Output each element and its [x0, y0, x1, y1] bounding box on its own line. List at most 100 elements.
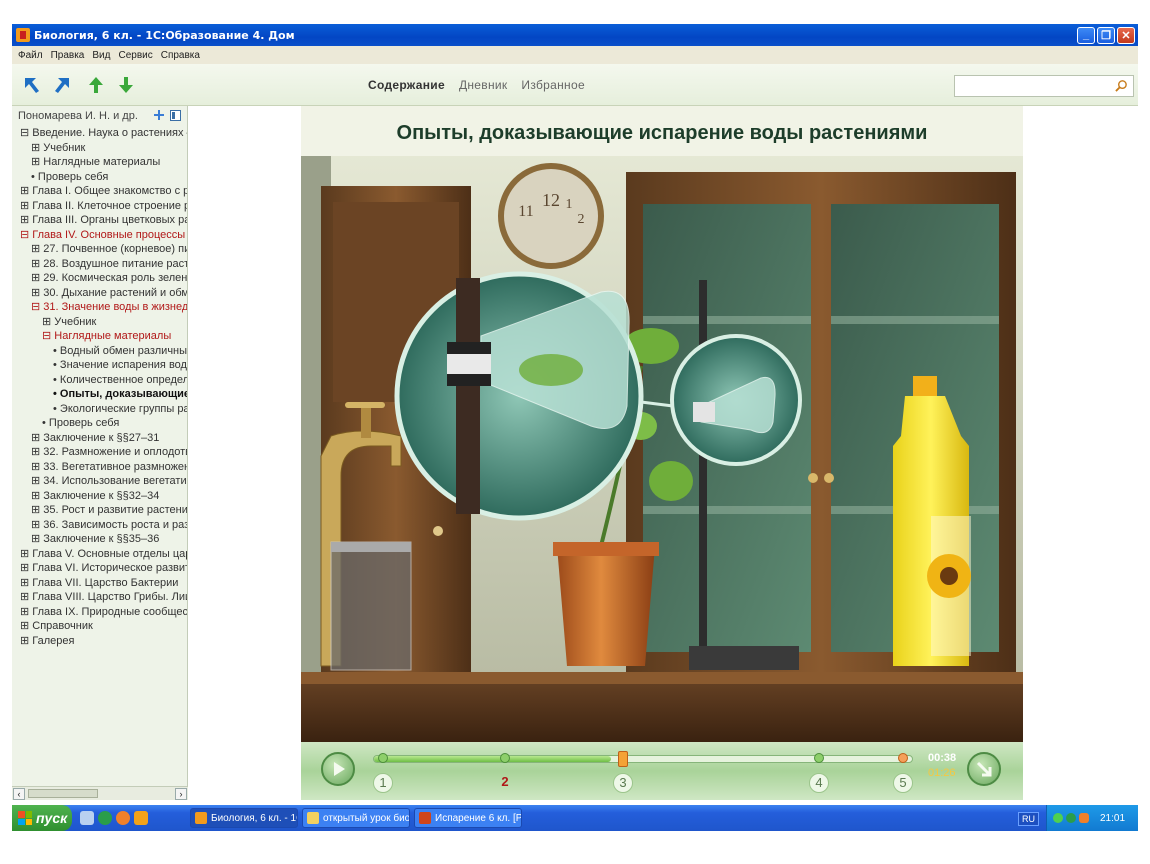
tree-item[interactable]: • Значение испарения воды	[20, 358, 187, 373]
expand-icon[interactable]: ⊞	[31, 287, 40, 299]
step-marker-5[interactable]	[898, 753, 908, 763]
tree-item[interactable]: ⊞ Заключение к §§27–31	[20, 431, 187, 446]
expand-icon[interactable]: ⊞	[31, 490, 40, 502]
add-bookmark-icon[interactable]	[154, 110, 164, 120]
step-3[interactable]: 3	[613, 773, 633, 793]
menu-view[interactable]: Вид	[92, 50, 110, 61]
expand-icon[interactable]: ⊞	[31, 461, 40, 473]
expand-icon[interactable]: ⊞	[20, 548, 29, 560]
tree-item[interactable]: • Опыты, доказывающие	[20, 387, 187, 402]
collapse-icon[interactable]: ⊟	[20, 229, 29, 241]
menu-service[interactable]: Сервис	[118, 50, 152, 61]
arrow-upright-forward-icon[interactable]	[52, 75, 72, 95]
tree-item[interactable]: ⊞ 27. Почвенное (корневое) пита	[20, 242, 187, 257]
toggle-panel-icon[interactable]	[170, 110, 181, 121]
start-button[interactable]: пуск	[12, 805, 72, 831]
play-button[interactable]	[321, 752, 355, 786]
tree-item[interactable]: ⊞ 33. Вегетативное размножени	[20, 460, 187, 475]
tree-item[interactable]: ⊞ Заключение к §§35–36	[20, 532, 187, 547]
expand-icon[interactable]: ⊞	[31, 432, 40, 444]
tree-item[interactable]: • Проверь себя	[20, 170, 187, 185]
expand-icon[interactable]: ⊞	[20, 214, 29, 226]
task-folder[interactable]: открытый урок био...	[302, 808, 410, 828]
expand-icon[interactable]: ⊞	[20, 591, 29, 603]
tree-item[interactable]: ⊞ Наглядные материалы	[20, 155, 187, 170]
expand-icon[interactable]: ⊞	[31, 243, 40, 255]
expand-icon[interactable]: ⊞	[31, 258, 40, 270]
media-player-icon[interactable]	[98, 811, 112, 825]
menu-file[interactable]: Файл	[18, 50, 43, 61]
expand-icon[interactable]: ⊞	[20, 200, 29, 212]
expand-icon[interactable]: ⊞	[31, 446, 40, 458]
tree-item[interactable]: ⊞ 34. Использование вегетативн	[20, 474, 187, 489]
menu-help[interactable]: Справка	[161, 50, 200, 61]
tree-item[interactable]: ⊟ Глава IV. Основные процессы жи	[20, 228, 187, 243]
arrow-upleft-back-icon[interactable]	[22, 75, 42, 95]
tree-item[interactable]: ⊟ Наглядные материалы	[20, 329, 187, 344]
progress-thumb[interactable]	[618, 751, 628, 767]
scroll-left-button[interactable]: ‹	[13, 788, 25, 800]
tab-favorites[interactable]: Избранное	[521, 78, 585, 92]
expand-icon[interactable]: ⊞	[20, 620, 29, 632]
collapse-icon[interactable]: ⊟	[42, 330, 51, 342]
sidebar-horizontal-scrollbar[interactable]: ‹ ›	[12, 786, 188, 800]
expand-icon[interactable]: ⊞	[31, 504, 40, 516]
expand-icon[interactable]: ⊞	[20, 562, 29, 574]
tree-item[interactable]: ⊞ Заключение к §§32–34	[20, 489, 187, 504]
tree-item[interactable]: ⊞ Галерея	[20, 634, 187, 649]
tree-item[interactable]: • Количественное определе	[20, 373, 187, 388]
expand-icon[interactable]: ⊞	[20, 577, 29, 589]
minimize-button[interactable]: _	[1077, 26, 1095, 44]
expand-icon[interactable]: ⊞	[31, 142, 40, 154]
step-2-current[interactable]: 2	[495, 773, 515, 793]
step-1[interactable]: 1	[373, 773, 393, 793]
tree-item[interactable]: ⊞ Глава V. Основные отделы царс	[20, 547, 187, 562]
task-presentation[interactable]: Испарение 6 кл. [Ре...	[414, 808, 522, 828]
tree-item[interactable]: ⊟ 31. Значение воды в жизнеде	[20, 300, 187, 315]
expand-icon[interactable]: ⊞	[31, 519, 40, 531]
task-biology-app[interactable]: Биология, 6 кл. - 1С...	[190, 808, 298, 828]
tree-item[interactable]: ⊟ Введение. Наука о растениях – б	[20, 126, 187, 141]
collapse-icon[interactable]: ⊟	[31, 301, 40, 313]
app-launcher-icon[interactable]	[134, 811, 148, 825]
tray-status-icon[interactable]	[1053, 813, 1063, 823]
tree-item[interactable]: ⊞ Глава VIII. Царство Грибы. Лиша	[20, 590, 187, 605]
expand-icon[interactable]: ⊞	[31, 156, 40, 168]
scroll-right-button[interactable]: ›	[175, 788, 187, 800]
tab-diary[interactable]: Дневник	[459, 78, 507, 92]
show-desktop-icon[interactable]	[80, 811, 94, 825]
close-button[interactable]: ✕	[1117, 26, 1135, 44]
expand-icon[interactable]: ⊞	[31, 272, 40, 284]
step-4[interactable]: 4	[809, 773, 829, 793]
tree-item[interactable]: ⊞ Глава IX. Природные сообщества	[20, 605, 187, 620]
search-input[interactable]	[954, 75, 1134, 97]
expand-icon[interactable]: ⊞	[20, 635, 29, 647]
progress-track[interactable]	[373, 751, 913, 767]
tree-item[interactable]: ⊞ 28. Воздушное питание расте	[20, 257, 187, 272]
tray-security-icon[interactable]	[1079, 813, 1089, 823]
tree-item[interactable]: • Проверь себя	[20, 416, 187, 431]
tree-item[interactable]: • Водный обмен различных	[20, 344, 187, 359]
tree-item[interactable]: ⊞ Справочник	[20, 619, 187, 634]
expand-icon[interactable]: ⊞	[20, 185, 29, 197]
arrow-up-icon[interactable]	[86, 75, 106, 95]
tree-item[interactable]: ⊞ Глава VI. Историческое развитие	[20, 561, 187, 576]
search-icon[interactable]	[1115, 79, 1128, 92]
tree-item[interactable]: • Экологические группы рас	[20, 402, 187, 417]
expand-icon[interactable]: ⊞	[20, 606, 29, 618]
menu-edit[interactable]: Правка	[51, 50, 85, 61]
tree-item[interactable]: ⊞ 32. Размножение и оплодотво	[20, 445, 187, 460]
tree-item[interactable]: ⊞ Глава II. Клеточное строение ра	[20, 199, 187, 214]
step-5[interactable]: 5	[893, 773, 913, 793]
expand-icon[interactable]: ⊞	[31, 475, 40, 487]
step-marker-2[interactable]	[500, 753, 510, 763]
restore-button[interactable]: ❐	[1097, 26, 1115, 44]
step-marker-4[interactable]	[814, 753, 824, 763]
tree-item[interactable]: ⊞ Глава VII. Царство Бактерии	[20, 576, 187, 591]
exit-button[interactable]	[967, 752, 1001, 786]
window-title-bar[interactable]: Биология, 6 кл. - 1С:Образование 4. Дом …	[12, 24, 1138, 46]
expand-icon[interactable]: ⊞	[31, 533, 40, 545]
tree-item[interactable]: ⊞ Глава I. Общее знакомство с рас	[20, 184, 187, 199]
collapse-icon[interactable]: ⊟	[20, 127, 29, 139]
tree-item[interactable]: ⊞ 36. Зависимость роста и разви	[20, 518, 187, 533]
